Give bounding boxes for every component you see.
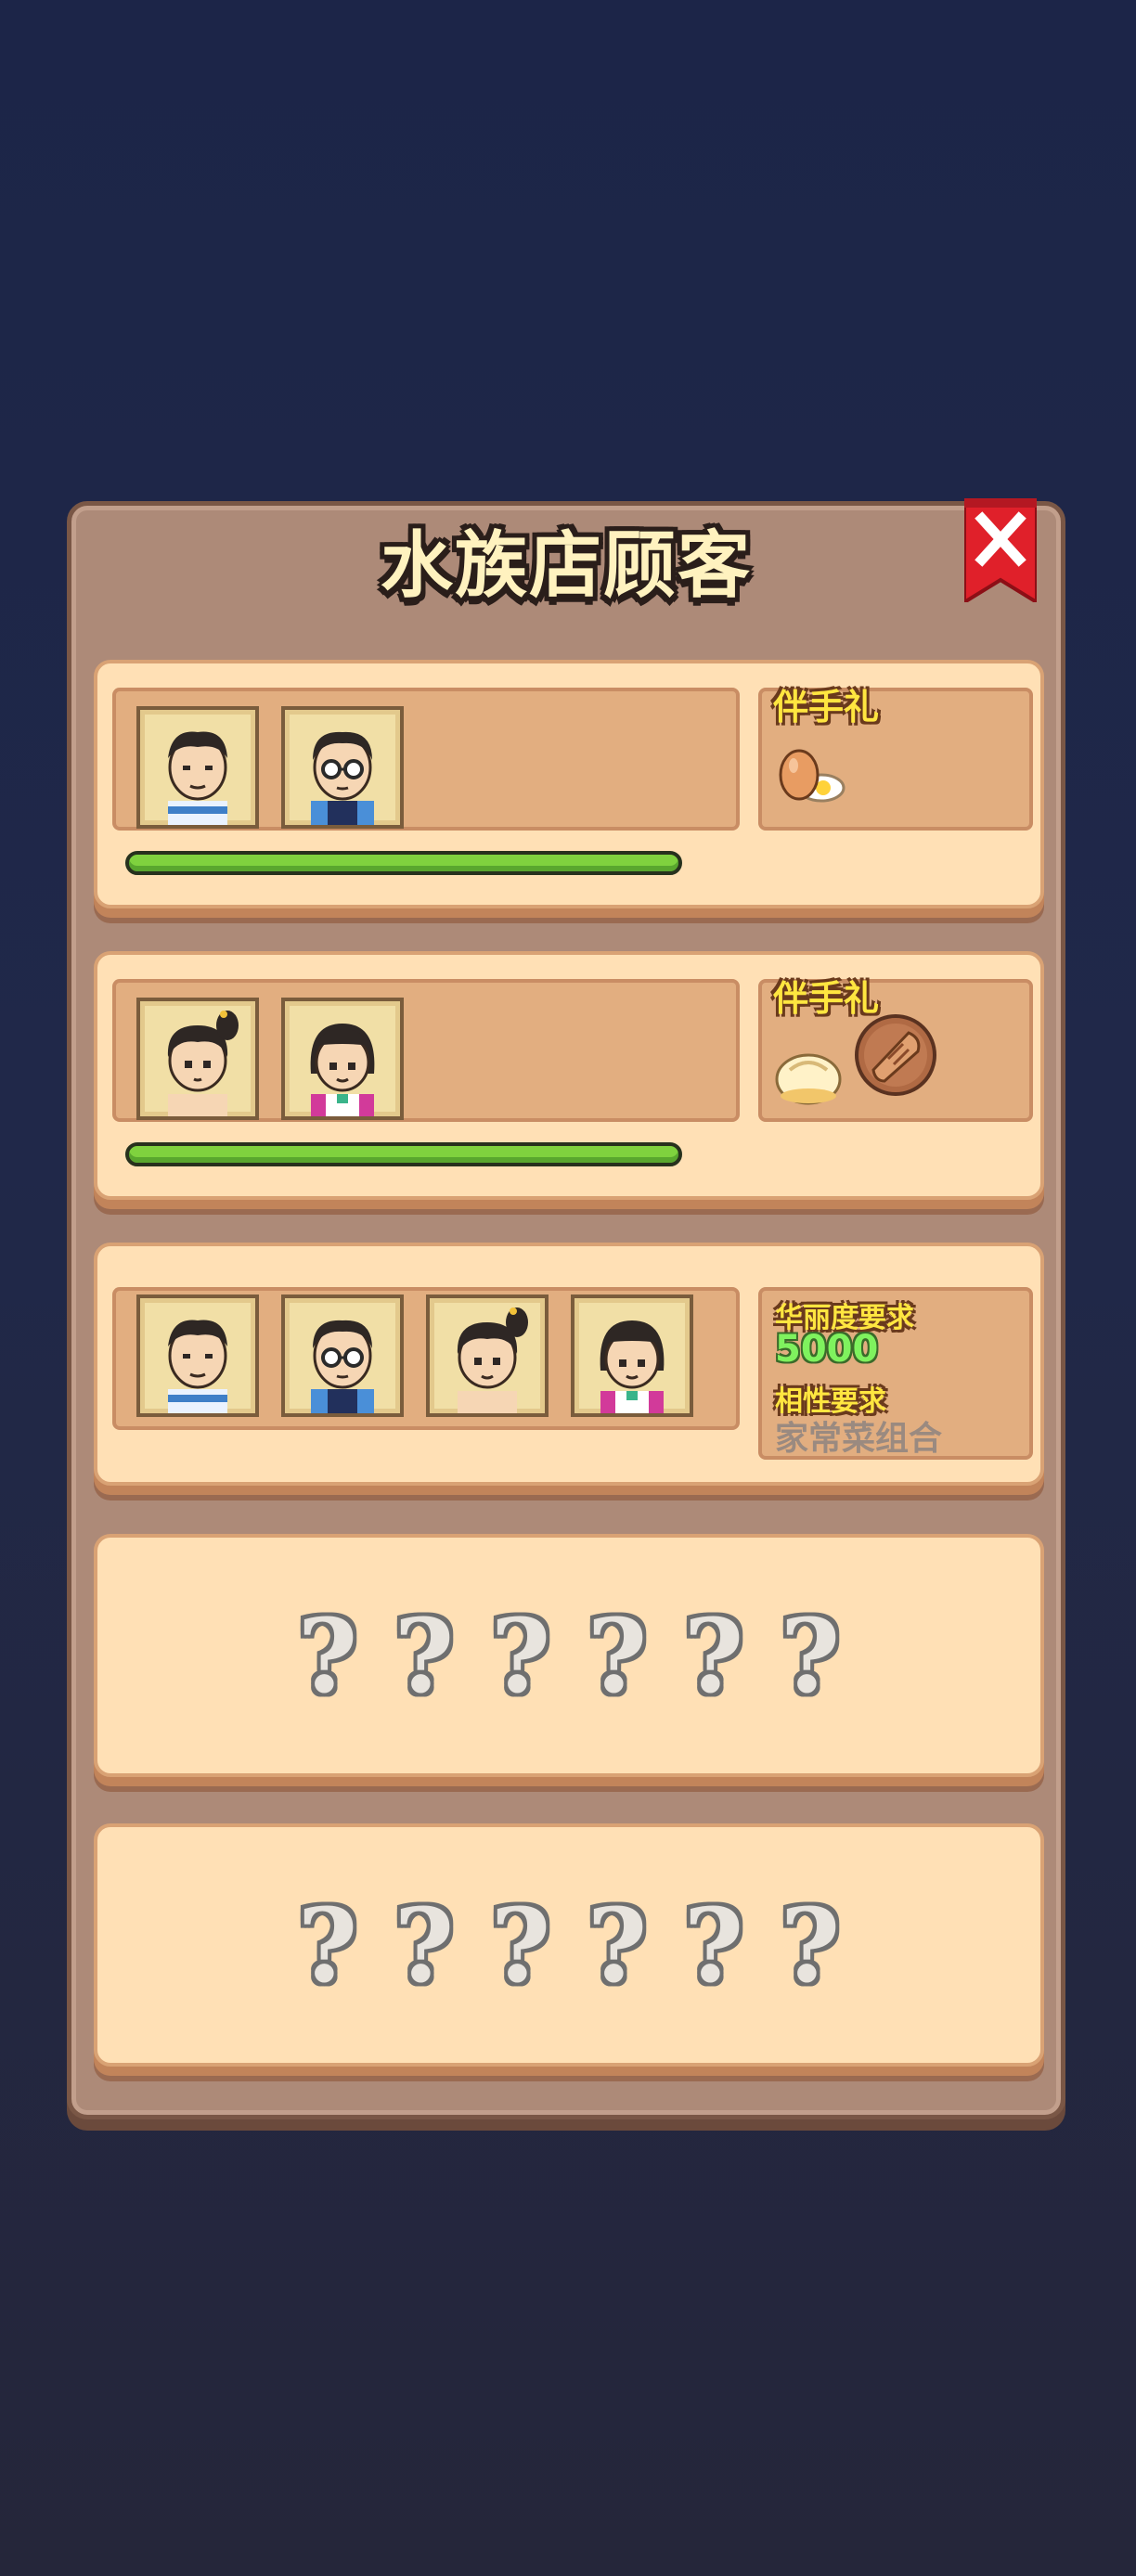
avatar-man: [136, 706, 259, 829]
unknown-customer-icon: ?: [780, 1595, 841, 1716]
steamed-bun-icon: [775, 1053, 842, 1105]
gift-box: 伴手礼: [758, 687, 1033, 831]
close-button[interactable]: [964, 498, 1037, 602]
unknown-customer-icon: ?: [394, 1885, 455, 2005]
egg-icon: [779, 749, 846, 803]
affinity-requirement-value: 家常菜组合: [775, 1420, 943, 1458]
mystery-customers: ? ? ? ? ? ?: [97, 1827, 1040, 2063]
unknown-customer-icon: ?: [683, 1885, 744, 2005]
avatar-glasses-man: [281, 706, 404, 829]
unknown-customer-icon: ?: [394, 1595, 455, 1716]
gift-box: 伴手礼: [758, 978, 1033, 1122]
progress-bar: [125, 851, 682, 875]
unknown-customer-icon: ?: [297, 1595, 358, 1716]
locked-group-row: ? ? ? ? ? ?: [94, 1823, 1044, 2067]
progress-bar: [125, 1142, 682, 1166]
unknown-customer-icon: ?: [780, 1885, 841, 2005]
customer-group-row[interactable]: 伴手礼: [94, 660, 1044, 908]
unknown-customer-icon: ?: [587, 1885, 648, 2005]
unknown-customer-icon: ?: [683, 1595, 744, 1716]
avatar-glasses-man: [281, 1294, 404, 1417]
customer-slot: [112, 979, 740, 1122]
grilled-fish-icon: [855, 1014, 936, 1096]
requirements-box: 华丽度要求 5000 相性要求 家常菜组合: [758, 1287, 1033, 1460]
customer-group-row[interactable]: 华丽度要求 5000 相性要求 家常菜组合: [94, 1243, 1044, 1486]
unknown-customer-icon: ?: [297, 1885, 358, 2005]
avatar-ponytail-girl: [426, 1294, 549, 1417]
customer-panel: 水族店顾客 伴手礼 伴手礼 华丽度要求 5000 相性要求 家常菜组合 ? ? …: [67, 498, 1065, 2119]
avatar-ponytail-girl: [136, 998, 259, 1120]
customer-slot: [112, 1287, 740, 1430]
locked-group-row: ? ? ? ? ? ?: [94, 1534, 1044, 1777]
customer-group-row[interactable]: 伴手礼: [94, 951, 1044, 1200]
panel-title: 水族店顾客: [380, 524, 752, 608]
luxury-requirement-value: 5000: [775, 1328, 879, 1371]
unknown-customer-icon: ?: [587, 1595, 648, 1716]
unknown-customer-icon: ?: [490, 1885, 551, 2005]
gift-label: 伴手礼: [773, 687, 880, 728]
avatar-bob-girl: [281, 998, 404, 1120]
avatar-bob-girl: [571, 1294, 693, 1417]
avatar-man: [136, 1294, 259, 1417]
mystery-customers: ? ? ? ? ? ?: [97, 1538, 1040, 1773]
unknown-customer-icon: ?: [490, 1595, 551, 1716]
customer-slot: [112, 688, 740, 831]
